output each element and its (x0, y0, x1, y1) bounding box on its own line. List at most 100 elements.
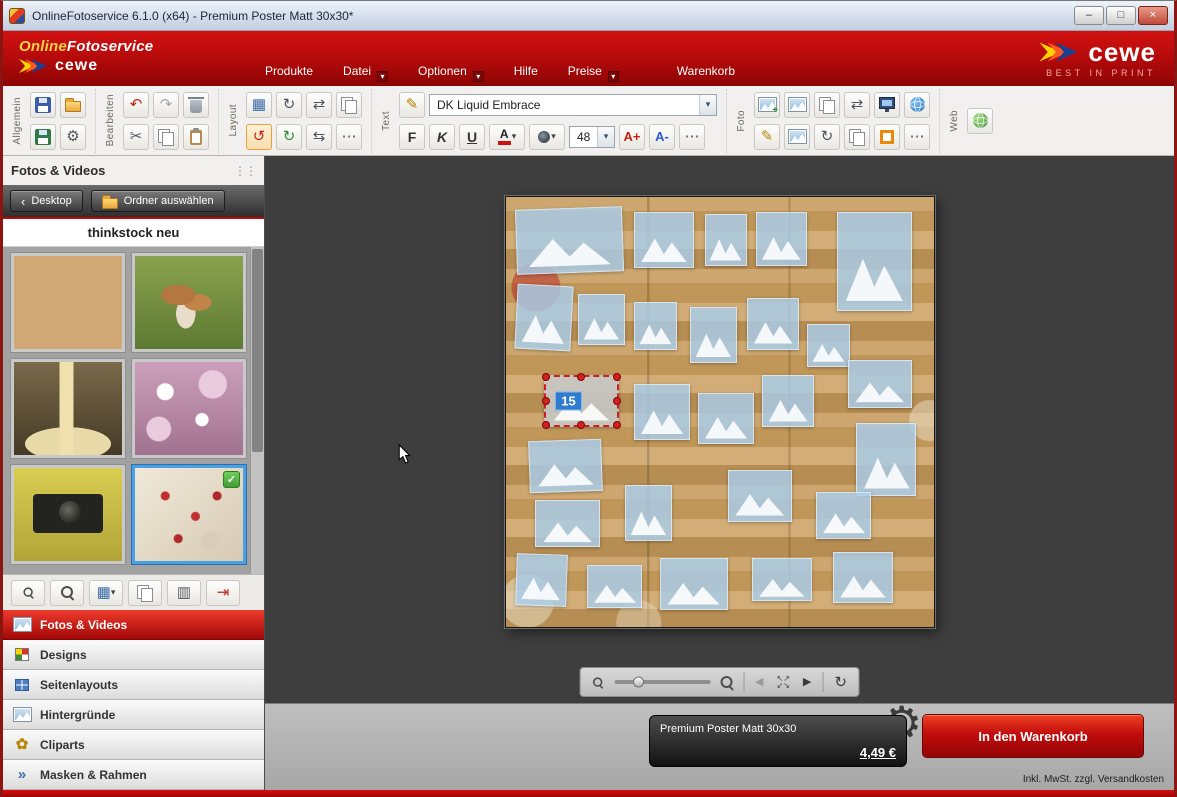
photo-placeholder[interactable] (856, 423, 916, 496)
copy-button[interactable] (153, 124, 179, 150)
zoom-slider[interactable] (614, 680, 710, 684)
zoom-slider-knob[interactable] (633, 677, 644, 688)
insert-text-button[interactable]: ✎ (399, 92, 425, 118)
menu-produkte[interactable]: Produkte (265, 64, 313, 78)
selection-handle[interactable] (542, 373, 550, 381)
replace-photo-button[interactable] (784, 124, 810, 150)
choose-folder-button[interactable]: Ordner auswählen (91, 190, 225, 212)
photo-placeholder[interactable] (833, 552, 893, 604)
photo-frame-button[interactable] (874, 124, 900, 150)
photo-placeholder[interactable] (515, 206, 624, 274)
save-button[interactable] (30, 92, 56, 118)
menu-preise[interactable]: Preise▾ (568, 64, 619, 78)
photo-placeholder[interactable] (848, 360, 912, 407)
duplicate-page-button[interactable] (336, 92, 362, 118)
thumbnail-mushrooms[interactable] (132, 253, 246, 352)
photo-placeholder[interactable] (752, 558, 812, 601)
photo-placeholder[interactable] (634, 212, 694, 268)
preview-button[interactable]: ▥ (167, 580, 201, 606)
cut-button[interactable]: ✂ (123, 124, 149, 150)
photo-placeholder[interactable] (690, 307, 737, 363)
settings-button[interactable]: ⚙ (60, 124, 86, 150)
sidebar-item-masken-rahmen[interactable]: » Masken & Rahmen (3, 760, 264, 790)
selection-handle[interactable] (613, 397, 621, 405)
selection-handle[interactable] (613, 421, 621, 429)
fill-color-button[interactable]: ▾ (529, 124, 565, 150)
add-to-cart-button[interactable]: In den Warenkorb (922, 714, 1144, 758)
sidebar-item-hintergruende[interactable]: Hintergründe (3, 700, 264, 730)
photo-placeholder[interactable] (747, 298, 798, 350)
photo-placeholder[interactable] (528, 439, 603, 493)
thumbnail-sand-spiral[interactable] (11, 253, 125, 352)
selection-handle[interactable] (542, 397, 550, 405)
menu-optionen[interactable]: Optionen▾ (418, 64, 484, 78)
thumbnail-scrollbar[interactable] (250, 247, 264, 574)
photo-placeholder-selected[interactable]: 15 (544, 375, 619, 427)
flip-button[interactable]: ⇆ (306, 124, 332, 150)
photo-placeholder[interactable] (578, 294, 625, 346)
zoom-in-icon[interactable] (719, 675, 734, 690)
sidebar-item-designs[interactable]: Designs (3, 640, 264, 670)
web-globe-button[interactable] (967, 108, 993, 134)
zoom-out-thumbnails-button[interactable] (11, 580, 45, 606)
photo-placeholder[interactable] (705, 214, 748, 266)
photo-placeholder[interactable] (535, 500, 599, 547)
close-button[interactable]: × (1138, 6, 1168, 25)
maximize-button[interactable]: □ (1106, 6, 1136, 25)
sidebar-item-cliparts[interactable]: ✿ Cliparts (3, 730, 264, 760)
view-mode-button[interactable]: ▦▾ (89, 580, 123, 606)
font-increase-button[interactable]: A+ (619, 124, 645, 150)
bold-button[interactable]: F (399, 124, 425, 150)
zoom-out-icon[interactable] (592, 676, 604, 688)
photo-placeholder[interactable] (816, 492, 872, 539)
menu-datei[interactable]: Datei▾ (343, 64, 388, 78)
photo-placeholder[interactable] (625, 485, 672, 541)
photo-placeholder[interactable] (515, 553, 568, 606)
photo-placeholder[interactable] (807, 324, 850, 367)
photo-placeholder[interactable] (698, 393, 754, 445)
add-photo-button[interactable]: + (754, 92, 780, 118)
rotate-ccw-button[interactable]: ↺ (246, 124, 272, 150)
thumbnail-christmas-cookies[interactable]: ✓ (132, 465, 246, 564)
rotate-page-button[interactable]: ↻ (276, 92, 302, 118)
font-decrease-button[interactable]: A- (649, 124, 675, 150)
product-price[interactable]: 4,49 € (860, 745, 896, 760)
layout-more-button[interactable]: ⋯ (336, 124, 362, 150)
photo-placeholder[interactable] (660, 558, 728, 610)
preview-monitor-button[interactable] (874, 92, 900, 118)
font-size-select[interactable]: 48 ▾ (569, 126, 615, 148)
font-family-select[interactable]: DK Liquid Embrace ▾ (429, 94, 717, 116)
undo-button[interactable]: ↶ (123, 92, 149, 118)
delete-button[interactable] (183, 92, 209, 118)
rotate-view-button[interactable]: ↻ (832, 675, 849, 690)
selection-handle[interactable] (577, 373, 585, 381)
photo-placeholder[interactable] (634, 302, 677, 349)
sidebar-item-seitenlayouts[interactable]: Seitenlayouts (3, 670, 264, 700)
foto-more-button[interactable]: ⋯ (904, 124, 930, 150)
edit-photo-button[interactable]: ✎ (754, 124, 780, 150)
export-button[interactable]: ⇥ (206, 580, 240, 606)
save-as-button[interactable] (30, 124, 56, 150)
thumbnail-pouring-dough[interactable] (11, 359, 125, 458)
rotate-cw-button[interactable]: ↻ (276, 124, 302, 150)
duplicate-photo-button[interactable] (844, 124, 870, 150)
italic-button[interactable]: K (429, 124, 455, 150)
photo-placeholder[interactable] (728, 470, 792, 522)
thumbnail-camera-yellow[interactable] (11, 465, 125, 564)
photo-person-button[interactable] (784, 92, 810, 118)
minimize-button[interactable]: – (1074, 6, 1104, 25)
menu-hilfe[interactable]: Hilfe (514, 64, 538, 78)
duplicate-button[interactable] (128, 580, 162, 606)
copy-photo-button[interactable] (814, 92, 840, 118)
photo-online-button[interactable] (904, 92, 930, 118)
menu-warenkorb[interactable]: Warenkorb (677, 64, 735, 78)
selection-handle[interactable] (613, 373, 621, 381)
selection-handle[interactable] (577, 421, 585, 429)
swap-pages-button[interactable]: ⇄ (306, 92, 332, 118)
text-more-button[interactable]: ⋯ (679, 124, 705, 150)
rotate-photo-button[interactable]: ↻ (814, 124, 840, 150)
photo-placeholder[interactable] (515, 284, 574, 351)
poster[interactable]: 15 (505, 196, 935, 628)
font-color-button[interactable]: A ▾ (489, 124, 525, 150)
photo-placeholder[interactable] (587, 565, 643, 608)
